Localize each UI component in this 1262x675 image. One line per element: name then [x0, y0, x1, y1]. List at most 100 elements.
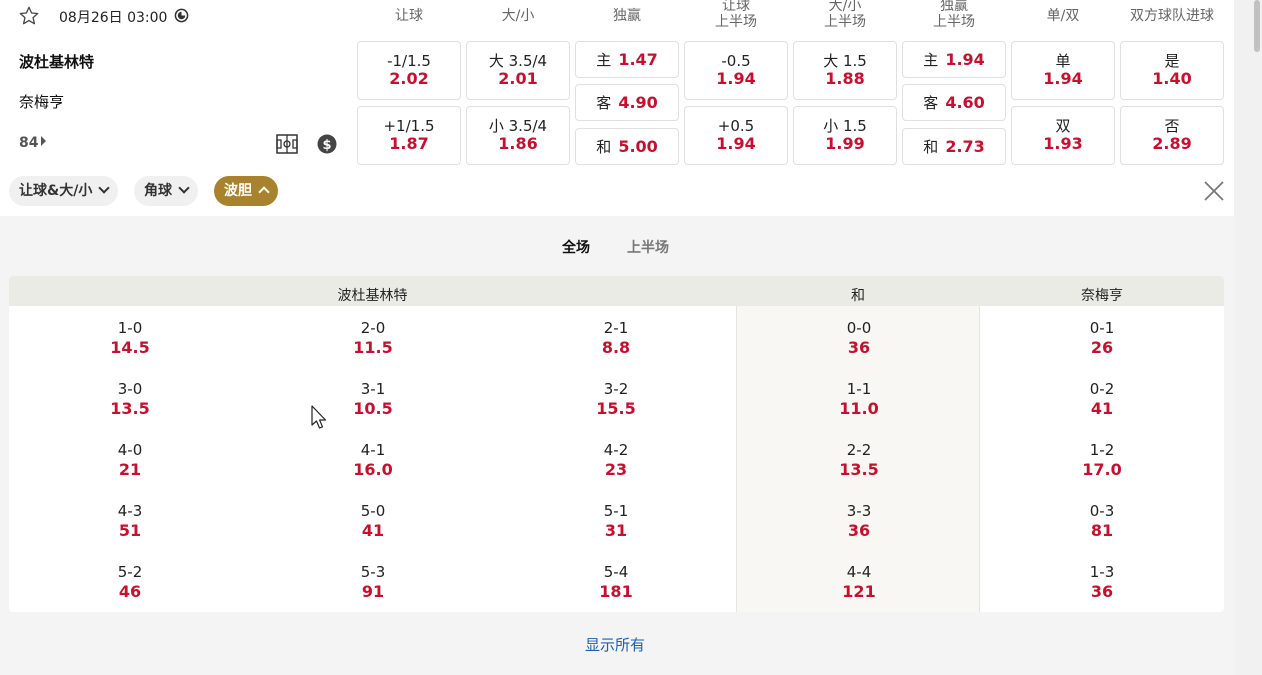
odds-label: +0.5	[717, 117, 755, 135]
odds-moneyline-draw[interactable]: 和 5.00	[575, 128, 679, 165]
score-cell[interactable]: 1-0 14.5	[70, 318, 190, 358]
odds-handicap-away[interactable]: +1/1.5 1.87	[357, 106, 461, 165]
score-odd: 10.5	[353, 399, 393, 418]
odds-value: 1.47	[618, 50, 658, 69]
score-cell[interactable]: 5-0 41	[313, 501, 433, 541]
score-cell[interactable]: 4-2 23	[556, 440, 676, 480]
odds-moneyline-away[interactable]: 客 4.90	[575, 84, 679, 121]
live-clock-icon	[174, 8, 189, 23]
score-label: 2-0	[360, 319, 386, 337]
odds-value: 1.40	[1152, 69, 1192, 88]
score-odd: 13.5	[110, 399, 150, 418]
svg-text:$: $	[322, 138, 331, 153]
odds-value: 2.01	[498, 69, 538, 88]
score-label: 4-2	[603, 441, 629, 459]
odds-label: -0.5	[721, 52, 751, 70]
odds-under-1h[interactable]: 小 1.5 1.99	[793, 106, 897, 165]
score-cell[interactable]: 1-2 17.0	[1042, 440, 1162, 480]
scrollbar-thumb[interactable]	[1254, 0, 1260, 52]
odds-under[interactable]: 小 3.5/4 1.86	[466, 106, 570, 165]
score-cell[interactable]: 0-2 41	[1042, 379, 1162, 419]
score-cell[interactable]: 0-1 26	[1042, 318, 1162, 358]
odds-moneyline-1h-draw[interactable]: 和 2.73	[902, 128, 1006, 165]
odds-label: 单	[1055, 52, 1071, 70]
odds-handicap-1h-away[interactable]: +0.5 1.94	[684, 106, 788, 165]
score-cell[interactable]: 4-3 51	[70, 501, 190, 541]
score-cell[interactable]: 1-1 11.0	[799, 379, 919, 419]
tab-full-time[interactable]: 全场	[562, 237, 590, 257]
odds-btts-no[interactable]: 否 2.89	[1120, 106, 1224, 165]
odds-even[interactable]: 双 1.93	[1011, 106, 1115, 165]
score-label: 1-2	[1089, 441, 1115, 459]
odds-label: 小 1.5	[823, 117, 867, 135]
filter-chip-corners[interactable]: 角球	[134, 176, 198, 206]
cashout-dollar-icon[interactable]: $	[317, 134, 337, 154]
odds-moneyline-1h-home[interactable]: 主 1.94	[902, 41, 1006, 78]
odds-label: 是	[1164, 52, 1180, 70]
score-odd: 13.5	[839, 460, 879, 479]
page-scrollbar[interactable]	[1234, 0, 1262, 675]
odds-btts-yes[interactable]: 是 1.40	[1120, 41, 1224, 100]
grid-header-away: 奈梅亨	[1081, 288, 1123, 304]
odds-odd[interactable]: 单 1.94	[1011, 41, 1115, 100]
odds-moneyline-1h-away[interactable]: 客 4.60	[902, 84, 1006, 121]
score-label: 3-0	[117, 380, 143, 398]
favorite-star-icon[interactable]	[18, 5, 40, 27]
header-handicap-1h: 让球 上半场	[715, 0, 757, 30]
score-cell[interactable]: 1-3 36	[1042, 562, 1162, 602]
odds-label: 大 1.5	[823, 52, 867, 70]
score-cell[interactable]: 5-1 31	[556, 501, 676, 541]
odds-over-1h[interactable]: 大 1.5 1.88	[793, 41, 897, 100]
odds-value: 5.00	[618, 137, 658, 156]
score-odd: 14.5	[110, 338, 150, 357]
score-label: 5-0	[360, 502, 386, 520]
score-cell[interactable]: 0-3 81	[1042, 501, 1162, 541]
odds-label: 客	[923, 94, 939, 112]
odds-handicap-home[interactable]: -1/1.5 2.02	[357, 41, 461, 100]
score-cell[interactable]: 4-0 21	[70, 440, 190, 480]
close-icon[interactable]	[1202, 179, 1226, 203]
score-cell[interactable]: 2-2 13.5	[799, 440, 919, 480]
score-odd: 36	[847, 521, 871, 540]
score-label: 4-1	[360, 441, 386, 459]
show-all-link[interactable]: 显示所有	[585, 634, 645, 655]
header-moneyline: 独赢	[613, 8, 641, 24]
score-cell[interactable]: 3-0 13.5	[70, 379, 190, 419]
score-cell[interactable]: 4-4 121	[799, 562, 919, 602]
odds-over[interactable]: 大 3.5/4 2.01	[466, 41, 570, 100]
score-cell[interactable]: 4-1 16.0	[313, 440, 433, 480]
score-cell[interactable]: 3-3 36	[799, 501, 919, 541]
score-label: 4-4	[846, 563, 872, 581]
score-cell[interactable]: 2-0 11.5	[313, 318, 433, 358]
header-over-under-1h: 大/小 上半场	[824, 0, 866, 30]
score-cell[interactable]: 3-2 15.5	[556, 379, 676, 419]
odds-label: 小 3.5/4	[488, 117, 548, 135]
chevron-down-icon	[178, 182, 190, 194]
score-label: 2-1	[603, 319, 629, 337]
score-cell[interactable]: 5-2 46	[70, 562, 190, 602]
odds-handicap-1h-home[interactable]: -0.5 1.94	[684, 41, 788, 100]
score-odd: 36	[847, 338, 871, 357]
score-cell[interactable]: 0-0 36	[799, 318, 919, 358]
score-cell[interactable]: 2-1 8.8	[556, 318, 676, 358]
score-label: 0-1	[1089, 319, 1115, 337]
score-odd: 91	[361, 582, 385, 601]
odds-label: 主	[596, 51, 612, 69]
pitch-icon[interactable]	[276, 134, 298, 154]
score-odd: 11.0	[839, 399, 879, 418]
score-cell[interactable]: 5-3 91	[313, 562, 433, 602]
score-odd: 31	[604, 521, 628, 540]
score-odd: 41	[361, 521, 385, 540]
tab-first-half[interactable]: 上半场	[627, 237, 669, 257]
filter-chip-handicap-ou[interactable]: 让球&大/小	[9, 176, 119, 206]
filter-chip-correct-score[interactable]: 波胆	[214, 176, 278, 206]
more-markets-link[interactable]: 84	[19, 135, 47, 151]
odds-moneyline-home[interactable]: 主 1.47	[575, 41, 679, 78]
home-team-name: 波杜基林特	[19, 53, 95, 71]
score-label: 1-0	[117, 319, 143, 337]
score-cell[interactable]: 3-1 10.5	[313, 379, 433, 419]
score-cell[interactable]: 5-4 181	[556, 562, 676, 602]
score-odd: 121	[842, 582, 876, 601]
odds-value: 1.99	[825, 134, 865, 153]
odds-label: 否	[1164, 117, 1180, 135]
